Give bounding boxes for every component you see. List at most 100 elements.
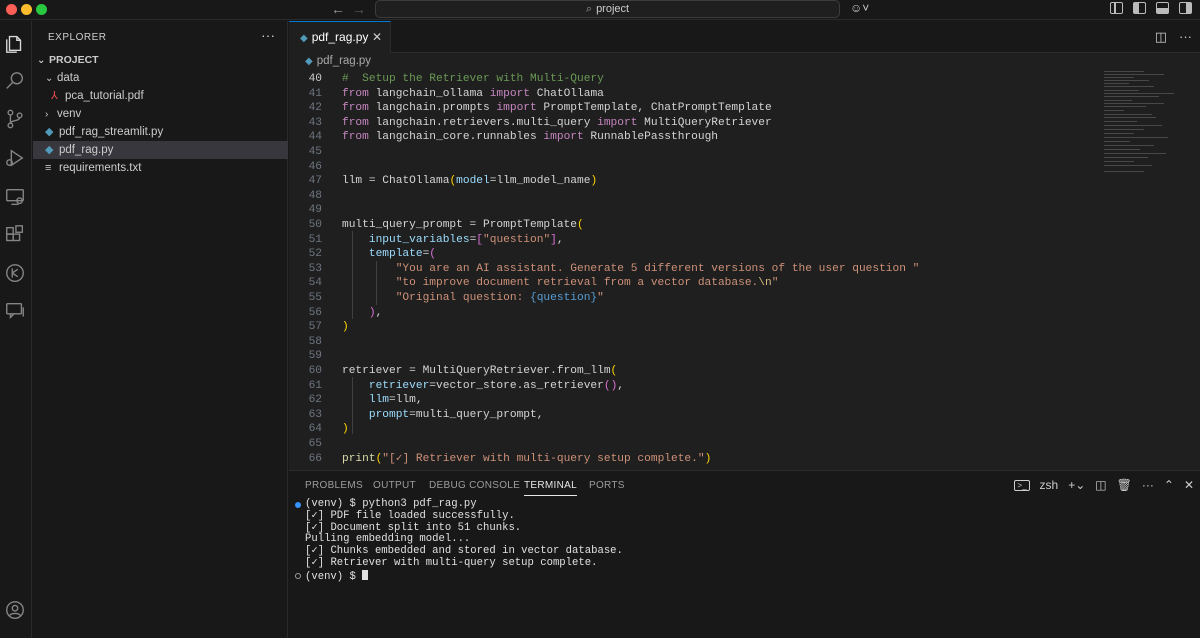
chat-icon[interactable] — [4, 300, 28, 324]
tab-label: pdf_rag.py — [311, 30, 369, 44]
more-actions-icon[interactable]: ··· — [261, 27, 275, 43]
arrow-left-icon[interactable]: ← — [331, 1, 345, 17]
layout-controls — [1110, 2, 1192, 14]
activity-bar — [0, 21, 32, 638]
extensions-icon[interactable] — [4, 224, 28, 248]
tab-problems[interactable]: PROBLEMS — [305, 480, 363, 491]
tree-item-venv[interactable]: › venv — [33, 105, 288, 123]
code-line: 61 retriever=vector_store.as_retriever()… — [308, 379, 625, 392]
code-line: 66 print("[✓] Retriever with multi-query … — [308, 452, 712, 465]
split-terminal-icon[interactable]: ◫ — [1095, 478, 1106, 492]
tree-item-pdf-rag[interactable]: ◆ pdf_rag.py — [33, 141, 288, 159]
split-editor-icon[interactable]: ◫ — [1155, 29, 1167, 45]
arrow-right-icon[interactable]: → — [352, 1, 366, 17]
close-panel-icon[interactable]: ✕ — [1184, 478, 1194, 492]
code-line: 49 — [308, 204, 322, 217]
tree-item-label: pdf_rag_streamlit.py — [59, 126, 164, 138]
editor-actions: ◫ ··· — [1155, 29, 1192, 45]
code-line: 48 — [308, 189, 322, 202]
code-line: 62 llm=llm, — [308, 394, 423, 407]
run-debug-icon[interactable] — [4, 147, 28, 171]
command-center-search[interactable]: ⌕ project — [375, 0, 840, 18]
breadcrumb[interactable]: ◆ pdf_rag.py — [289, 53, 1200, 71]
code-line: 43 from langchain.retrievers.multi_query … — [308, 116, 772, 129]
toggle-panel-icon[interactable] — [1156, 2, 1169, 14]
terminal-prompt-line[interactable]: (venv) $ — [289, 569, 1200, 583]
code-line: 46 — [308, 160, 322, 173]
terminal-shell-icon: >_ — [1014, 479, 1030, 491]
source-control-icon[interactable] — [4, 108, 28, 132]
minimap[interactable] — [1104, 71, 1194, 181]
search-icon: ⌕ — [585, 3, 593, 15]
close-icon[interactable]: ✕ — [372, 22, 382, 52]
explorer-sidebar: EXPLORER ··· ⌄ PROJECT ⌄ data ⅄ pca_tutoria… — [33, 21, 288, 638]
tree-item-label: data — [57, 72, 80, 84]
command-center-label: project — [596, 3, 630, 15]
breadcrumb-file: pdf_rag.py — [316, 55, 372, 67]
code-line: 44 from langchain_core.runnables import R… — [308, 131, 718, 144]
pdf-file-icon: ⅄ — [51, 90, 58, 102]
terminal-shell-label[interactable]: zsh — [1040, 478, 1059, 492]
timeline-icon[interactable] — [4, 262, 28, 286]
python-file-icon: ◆ — [305, 56, 313, 67]
tab-terminal[interactable]: TERMINAL — [524, 480, 577, 496]
code-line: 65 — [308, 438, 322, 450]
account-icon[interactable] — [4, 599, 28, 623]
toggle-secondary-sidebar-icon[interactable] — [1179, 2, 1192, 14]
python-file-icon: ◆ — [300, 33, 308, 44]
code-line: 60 retriever = MultiQueryRetriever.from_l… — [308, 365, 618, 377]
tab-output[interactable]: OUTPUT — [373, 480, 416, 491]
more-actions-icon[interactable]: ··· — [1179, 29, 1192, 45]
maximize-panel-icon[interactable]: ⌃ — [1164, 478, 1174, 492]
code-line: 42 from langchain.prompts import PromptTe… — [308, 102, 772, 115]
trash-icon[interactable]: 🗑 — [1117, 478, 1132, 492]
chevron-down-icon: ⌄ — [45, 73, 54, 84]
more-actions-icon[interactable]: ··· — [1142, 478, 1154, 492]
code-line: 55 "Original question: {question}" — [308, 292, 604, 304]
code-line: 63 prompt=multi_query_prompt, — [308, 408, 544, 421]
tab-debug-console[interactable]: DEBUG CONSOLE — [429, 480, 520, 491]
tree-item-label: pdf_rag.py — [59, 144, 114, 156]
explorer-title: EXPLORER — [48, 32, 107, 43]
command-success-icon — [295, 502, 301, 508]
remote-explorer-icon[interactable] — [4, 186, 28, 210]
search-icon[interactable] — [4, 70, 28, 94]
code-line: 45 — [308, 146, 322, 158]
code-editor[interactable]: 40 # Setup the Retriever with Multi-Query… — [289, 71, 1200, 470]
panel-actions: >_ zsh +⌄ ◫ 🗑 ··· ⌃ ✕ — [1014, 478, 1194, 492]
code-line: 64) — [308, 423, 349, 436]
code-line: 52 template=( — [308, 248, 437, 261]
code-line: 50 multi_query_prompt = PromptTemplate( — [308, 219, 584, 231]
tree-item-label: pca_tutorial.pdf — [65, 90, 144, 102]
python-file-icon: ◆ — [45, 144, 54, 156]
customize-layout-icon[interactable] — [1110, 2, 1123, 14]
explorer-icon[interactable] — [4, 32, 28, 56]
code-line: 47 llm = ChatOllama(model=llm_model_name) — [308, 175, 598, 188]
code-line: 53 "You are an AI assistant. Generate 5 … — [308, 262, 920, 275]
code-line: 51 input_variables=["question"], — [308, 233, 564, 246]
tree-item-data[interactable]: ⌄ data — [33, 69, 288, 87]
toggle-primary-sidebar-icon[interactable] — [1133, 2, 1146, 14]
tree-item-label: venv — [57, 108, 82, 120]
terminal-output[interactable]: (venv) $ python3 pdf_rag.py [✓] PDF file… — [289, 498, 1200, 583]
minimize-window-button[interactable] — [21, 4, 32, 15]
new-terminal-icon[interactable]: +⌄ — [1068, 478, 1085, 492]
copilot-icon[interactable]: ☺˅ — [850, 1, 869, 15]
code-line: 41 from langchain_ollama import ChatOllam… — [308, 87, 604, 100]
tab-pdf-rag[interactable]: ◆ pdf_rag.py ✕ — [289, 21, 391, 53]
project-folder-label: PROJECT — [49, 54, 99, 66]
tree-item-pca-tutorial[interactable]: ⅄ pca_tutorial.pdf — [33, 87, 288, 105]
code-line: 59 — [308, 350, 322, 363]
project-folder-header[interactable]: ⌄ PROJECT — [33, 51, 288, 69]
terminal-line: [✓] PDF file loaded successfully. — [305, 509, 515, 522]
code-line: 57) — [308, 321, 349, 334]
terminal-cursor — [362, 569, 369, 580]
code-line: 58 — [308, 335, 322, 348]
tree-item-requirements[interactable]: ≡ requirements.txt — [33, 159, 288, 177]
editor-tab-bar: ◆ pdf_rag.py ✕ ◫ ··· — [289, 21, 1200, 53]
terminal-line: [✓] Retriever with multi-query setup com… — [305, 556, 598, 569]
tree-item-pdf-rag-streamlit[interactable]: ◆ pdf_rag_streamlit.py — [33, 123, 288, 141]
close-window-button[interactable] — [6, 4, 17, 15]
maximize-window-button[interactable] — [36, 4, 47, 15]
tab-ports[interactable]: PORTS — [589, 480, 625, 491]
